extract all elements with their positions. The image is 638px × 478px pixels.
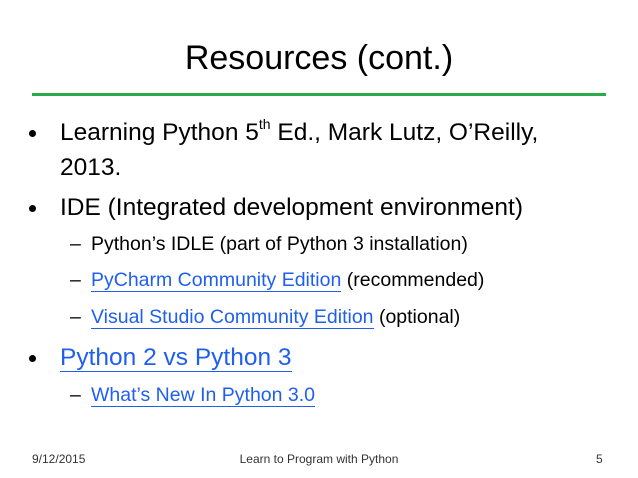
title-underline xyxy=(32,93,606,96)
sub-bullet-item: What’s New In Python 3.0 xyxy=(91,383,316,407)
bullet-text: Learning Python 5 xyxy=(60,119,259,146)
bullet-continuation: 2013. xyxy=(60,154,122,181)
footer-page-number: 5 xyxy=(596,452,603,466)
sub-bullet-dash: – xyxy=(70,306,81,328)
sub-bullet-item: Python’s IDLE (part of Python 3 installa… xyxy=(91,233,468,255)
bullet-dot xyxy=(29,205,36,212)
sub-bullet-text: (recommended) xyxy=(341,269,485,291)
footer-title: Learn to Program with Python xyxy=(239,452,399,466)
bullet-item: Learning Python 5th Ed., Mark Lutz, O’Re… xyxy=(60,115,539,148)
bullet-item: Python 2 vs Python 3 xyxy=(60,343,292,373)
bullet-text: Ed., Mark Lutz, O’Reilly, xyxy=(270,119,539,146)
python2-vs-python3-link[interactable]: Python 2 vs Python 3 xyxy=(60,344,292,372)
whats-new-python3-link[interactable]: What’s New In Python 3.0 xyxy=(91,384,316,407)
sub-bullet-text: (optional) xyxy=(373,306,461,328)
sub-bullet-dash: – xyxy=(70,384,81,406)
bullet-item: IDE (Integrated development environment) xyxy=(60,194,524,221)
visual-studio-link[interactable]: Visual Studio Community Edition xyxy=(91,306,374,329)
pycharm-link[interactable]: PyCharm Community Edition xyxy=(91,269,342,292)
sub-bullet-item: Visual Studio Community Edition (optiona… xyxy=(91,305,460,329)
slide-title: Resources (cont.) xyxy=(184,39,454,77)
bullet-superscript: th xyxy=(258,115,271,132)
sub-bullet-item: PyCharm Community Edition (recommended) xyxy=(91,268,484,292)
slide: Resources (cont.) Learning Python 5th Ed… xyxy=(0,0,638,478)
bullet-dot xyxy=(29,355,36,362)
sub-bullet-dash: – xyxy=(70,233,81,255)
bullet-dot xyxy=(29,130,36,137)
sub-bullet-dash: – xyxy=(70,269,81,291)
